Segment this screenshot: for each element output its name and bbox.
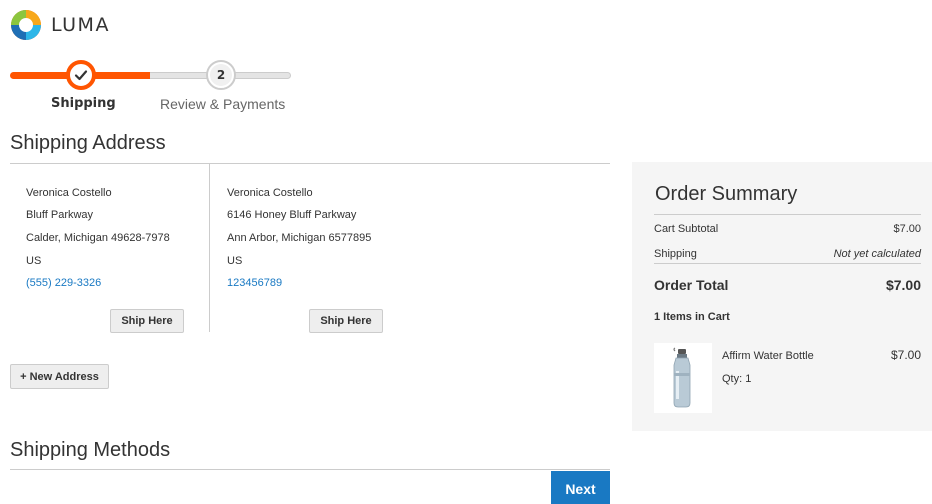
address-street: 6146 Honey Bluff Parkway xyxy=(227,209,357,221)
order-summary-title: Order Summary xyxy=(655,183,798,205)
product-price: $7.00 xyxy=(890,348,921,362)
address-name: Veronica Costello xyxy=(227,187,313,199)
step-shipping-indicator[interactable] xyxy=(66,60,96,90)
address-card: Veronica Costello 6146 Honey Bluff Parkw… xyxy=(211,164,411,333)
product-qty: Qty: 1 xyxy=(722,373,752,385)
order-total-row: Order Total $7.00 xyxy=(654,277,921,293)
ship-here-button[interactable]: Ship Here xyxy=(110,309,184,333)
address-card: Veronica Costello Bluff Parkway Calder, … xyxy=(10,164,210,333)
address-country: US xyxy=(26,255,42,267)
product-name: Affirm Water Bottle xyxy=(722,350,814,362)
water-bottle-icon xyxy=(673,347,691,408)
order-summary-panel: Order Summary Cart Subtotal $7.00 Shippi… xyxy=(632,162,932,431)
checkout-progress-bar: 2 Shipping Review & Payments xyxy=(10,60,291,112)
luma-logo[interactable]: LUMA xyxy=(10,9,110,41)
logo-text: LUMA xyxy=(51,14,110,36)
address-country: US xyxy=(227,255,243,267)
ship-here-button[interactable]: Ship Here xyxy=(309,309,383,333)
shipping-value: Not yet calculated xyxy=(833,248,921,260)
divider xyxy=(10,469,610,470)
step-shipping-label[interactable]: Shipping xyxy=(51,96,116,111)
shipping-label: Shipping xyxy=(654,248,697,260)
checkmark-icon xyxy=(74,70,88,81)
cart-subtotal-value: $7.00 xyxy=(893,223,921,235)
luma-logo-icon xyxy=(11,10,41,40)
order-total-label: Order Total xyxy=(654,277,729,293)
divider xyxy=(654,263,921,264)
product-thumbnail xyxy=(654,343,712,413)
items-in-cart-toggle[interactable]: 1 Items in Cart xyxy=(654,311,730,323)
step-review-indicator[interactable]: 2 xyxy=(206,60,236,90)
address-street: Bluff Parkway xyxy=(26,209,94,221)
order-total-value: $7.00 xyxy=(885,277,921,293)
address-city: Calder, Michigan 49628-7978 xyxy=(26,232,170,244)
shipping-address-title: Shipping Address xyxy=(10,132,166,154)
new-address-button[interactable]: + New Address xyxy=(10,364,109,389)
address-city: Ann Arbor, Michigan 6577895 xyxy=(227,232,372,244)
cart-subtotal-label: Cart Subtotal xyxy=(654,223,719,235)
shipping-row: Shipping Not yet calculated xyxy=(654,248,921,260)
step-review-label[interactable]: Review & Payments xyxy=(160,96,285,112)
shipping-methods-title: Shipping Methods xyxy=(10,439,171,461)
divider xyxy=(654,214,921,215)
address-name: Veronica Costello xyxy=(26,187,112,199)
next-button[interactable]: Next xyxy=(551,471,610,504)
cart-subtotal-row: Cart Subtotal $7.00 xyxy=(654,223,921,235)
address-phone-link[interactable]: 123456789 xyxy=(227,277,282,289)
address-phone-link[interactable]: (555) 229-3326 xyxy=(26,277,101,289)
step-number: 2 xyxy=(210,64,232,86)
